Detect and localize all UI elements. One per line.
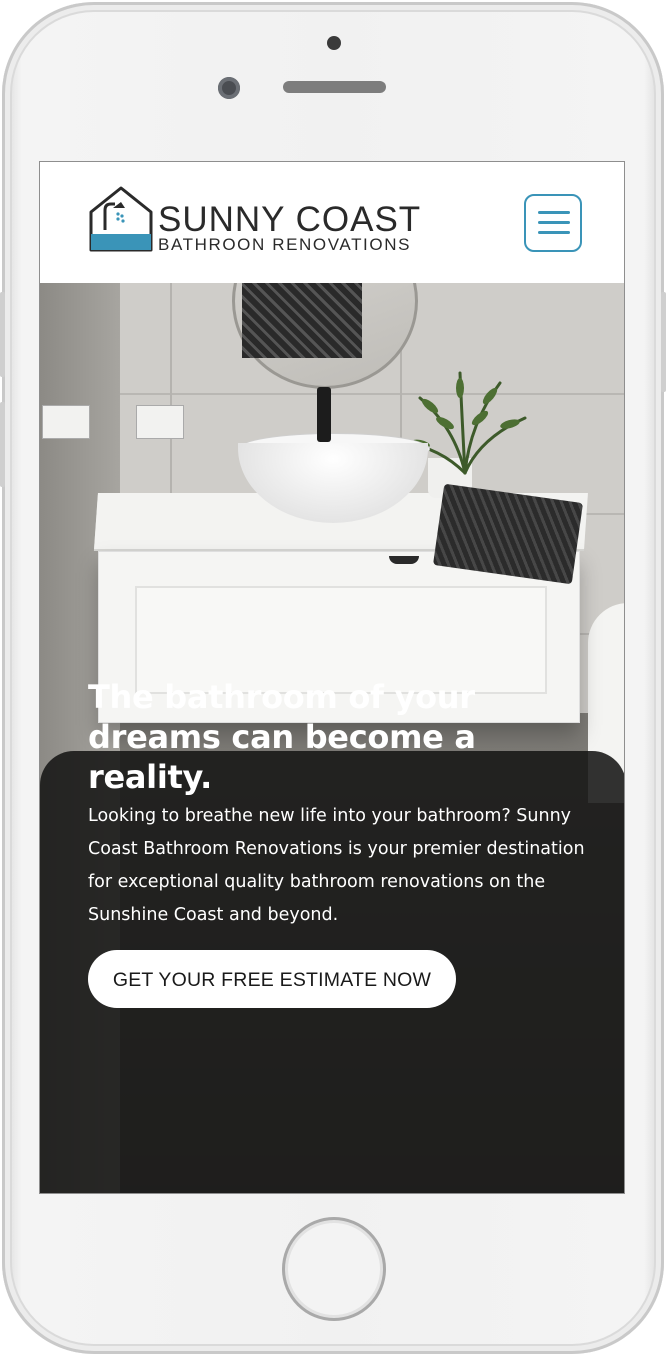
- black-tap: [317, 387, 331, 442]
- hamburger-menu-icon: [538, 231, 570, 234]
- hamburger-menu-icon: [538, 211, 570, 214]
- proximity-sensor: [327, 36, 341, 50]
- drawer-handle: [389, 556, 419, 564]
- hamburger-menu-button[interactable]: [524, 194, 582, 252]
- phone-screen: SUNNY COAST BATHROON RENOVATIONS The bat…: [39, 161, 625, 1194]
- power-socket: [42, 405, 90, 439]
- power-button: [661, 292, 666, 392]
- front-camera-icon: [218, 77, 240, 99]
- volume-button: [0, 292, 5, 377]
- site-header: SUNNY COAST BATHROON RENOVATIONS: [40, 162, 624, 284]
- house-shower-logo-icon: [89, 186, 153, 252]
- hamburger-menu-icon: [538, 221, 570, 224]
- earpiece-speaker: [283, 81, 386, 93]
- volume-button: [0, 402, 5, 487]
- home-button[interactable]: [282, 1217, 386, 1321]
- power-socket: [136, 405, 184, 439]
- hero-description: Looking to breathe new life into your ba…: [88, 806, 585, 925]
- brand-tagline: BATHROON RENOVATIONS: [158, 235, 412, 254]
- hero-headline: The bathroom of your dreams can become a…: [88, 678, 476, 796]
- free-estimate-button[interactable]: GET YOUR FREE ESTIMATE NOW: [88, 950, 456, 1008]
- hanging-towel: [242, 283, 362, 358]
- brand-name: SUNNY COAST: [158, 200, 422, 239]
